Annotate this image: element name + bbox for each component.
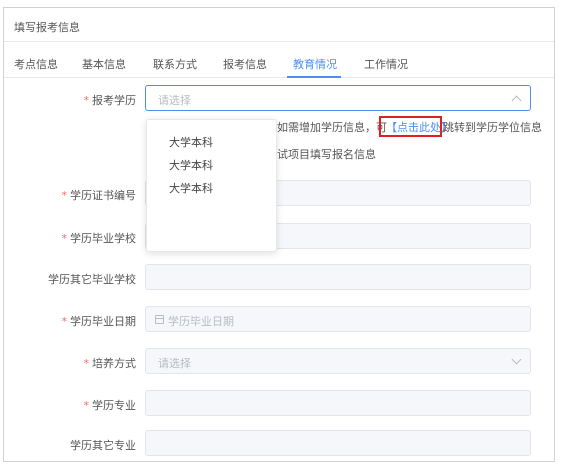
note-line-1: 如需增加学历信息，可 bbox=[277, 121, 387, 134]
calendar-icon bbox=[155, 315, 164, 324]
certificate-number-label: * 学历证书编号 bbox=[61, 189, 137, 202]
tab-education[interactable]: 教育情况 bbox=[293, 56, 337, 72]
other-graduation-school-label: 学历其它毕业学校 bbox=[48, 273, 136, 286]
education-level-placeholder: 请选择 bbox=[158, 94, 191, 107]
other-major-label: 学历其它专业 bbox=[70, 439, 136, 452]
tab-contact[interactable]: 联系方式 bbox=[153, 56, 197, 72]
page-title: 填写报考信息 bbox=[14, 21, 80, 34]
title-divider bbox=[4, 41, 554, 42]
graduation-date-picker[interactable]: 学历毕业日期 bbox=[145, 306, 531, 332]
education-level-dropdown: 大学本科 大学本科 大学本科 bbox=[146, 119, 277, 252]
note-line-2: 试项目填写报名信息 bbox=[277, 148, 376, 161]
other-major-input[interactable] bbox=[145, 430, 531, 456]
registration-form-panel: 填写报考信息 考点信息 基本信息 联系方式 报考信息 教育情况 工作情况 * 报考… bbox=[3, 7, 555, 462]
chevron-up-icon bbox=[511, 95, 522, 106]
tab-work[interactable]: 工作情况 bbox=[364, 56, 408, 72]
note-line-1-suffix: 跳转到学历学位信息 bbox=[443, 121, 542, 134]
training-mode-placeholder: 请选择 bbox=[158, 357, 191, 370]
education-level-label: * 报考学历 bbox=[83, 94, 137, 107]
major-input[interactable] bbox=[145, 390, 531, 416]
training-mode-select[interactable]: 请选择 bbox=[145, 348, 531, 374]
tab-exam-site[interactable]: 考点信息 bbox=[14, 56, 58, 72]
dropdown-option[interactable]: 大学本科 bbox=[169, 180, 213, 196]
training-mode-label: * 培养方式 bbox=[83, 357, 137, 370]
dropdown-option[interactable]: 大学本科 bbox=[169, 134, 213, 150]
graduation-date-placeholder: 学历毕业日期 bbox=[168, 315, 234, 328]
tab-basic-info[interactable]: 基本信息 bbox=[82, 56, 126, 72]
major-label: * 学历专业 bbox=[83, 399, 137, 412]
top-crop-strip bbox=[0, 0, 563, 7]
active-tab-indicator bbox=[287, 76, 341, 78]
graduation-date-label: * 学历毕业日期 bbox=[61, 315, 137, 328]
tab-bar: 考点信息 基本信息 联系方式 报考信息 教育情况 工作情况 bbox=[4, 50, 554, 78]
tab-exam-info[interactable]: 报考信息 bbox=[223, 56, 267, 72]
chevron-down-icon bbox=[511, 354, 522, 365]
dropdown-option[interactable]: 大学本科 bbox=[169, 157, 213, 173]
graduation-school-label: * 学历毕业学校 bbox=[61, 232, 137, 245]
other-graduation-school-input[interactable] bbox=[145, 264, 531, 290]
education-level-select[interactable]: 请选择 bbox=[145, 85, 531, 111]
